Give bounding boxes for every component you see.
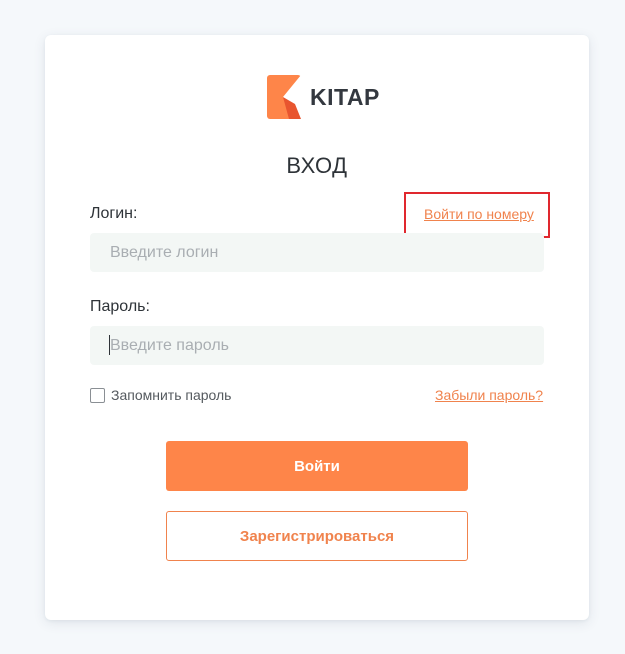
- password-input[interactable]: [90, 326, 544, 365]
- brand-logo: KITAP: [267, 75, 380, 119]
- login-button[interactable]: Войти: [166, 441, 468, 491]
- login-card: KITAP ВХОД Логин: Войти по номеру Пароль…: [45, 35, 589, 620]
- text-caret: [109, 335, 110, 355]
- kitap-logo-icon: [267, 75, 301, 119]
- remember-password-checkbox[interactable]: [90, 388, 105, 403]
- login-label: Логин:: [90, 205, 138, 222]
- login-by-phone-link[interactable]: Войти по номеру: [424, 206, 534, 222]
- forgot-password-link[interactable]: Забыли пароль?: [435, 387, 543, 403]
- page-title: ВХОД: [286, 153, 348, 178]
- register-button[interactable]: Зарегистрироваться: [166, 511, 468, 561]
- remember-password-label[interactable]: Запомнить пароль: [111, 387, 231, 403]
- brand-name: KITAP: [310, 83, 380, 110]
- password-label: Пароль:: [90, 298, 150, 315]
- login-input[interactable]: [90, 233, 544, 272]
